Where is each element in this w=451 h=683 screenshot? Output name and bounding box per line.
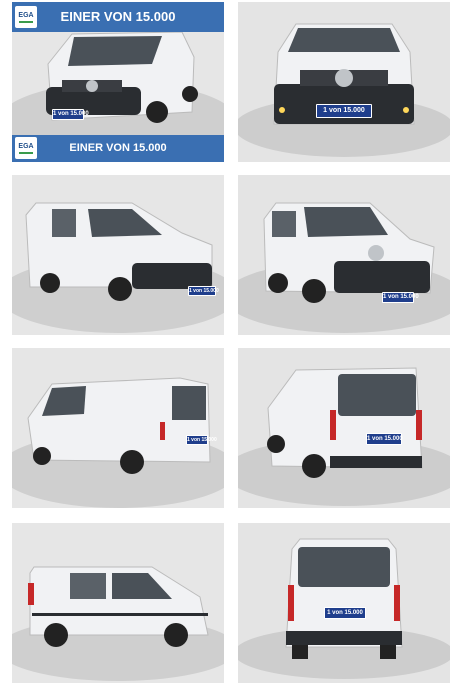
photo-front-right-close[interactable]: 1 von 15.000 bbox=[238, 175, 450, 335]
license-plate: 1 von 15.000 bbox=[188, 286, 219, 296]
photo-rear-left[interactable]: 1 von 15.000 bbox=[12, 348, 224, 508]
van-image bbox=[12, 523, 224, 683]
license-plate: 1 von 15.000 bbox=[382, 292, 419, 303]
photo-gallery: EINER VON 15.000 EGA 1 von 15.000 EINER … bbox=[0, 0, 451, 683]
van-image bbox=[238, 175, 450, 335]
license-plate: 1 von 15.000 bbox=[366, 433, 403, 445]
license-plate: 1 von 15.000 bbox=[186, 435, 217, 445]
photo-rear-left-close[interactable]: 1 von 15.000 bbox=[238, 348, 450, 508]
promo-banner-top: EINER VON 15.000 bbox=[12, 2, 224, 32]
van-image bbox=[238, 523, 450, 683]
photo-side-left[interactable] bbox=[12, 523, 224, 683]
van-image bbox=[238, 2, 450, 162]
ega-logo: EGA bbox=[15, 137, 37, 159]
van-image bbox=[238, 348, 450, 508]
van-image bbox=[12, 348, 224, 508]
photo-front-left[interactable]: EINER VON 15.000 EGA 1 von 15.000 EINER … bbox=[12, 2, 224, 162]
photo-side-front-right[interactable]: 1 von 15.000 bbox=[12, 175, 224, 335]
license-plate: 1 von 15.000 bbox=[52, 109, 89, 120]
license-plate: 1 von 15.000 bbox=[324, 607, 366, 619]
promo-banner-bottom: EINER VON 15.000 bbox=[12, 135, 224, 162]
photo-front[interactable]: 1 von 15.000 bbox=[238, 2, 450, 162]
photo-rear[interactable]: 1 von 15.000 bbox=[238, 523, 450, 683]
van-image bbox=[12, 175, 224, 335]
license-plate: 1 von 15.000 bbox=[316, 104, 372, 118]
ega-logo: EGA bbox=[15, 6, 37, 28]
